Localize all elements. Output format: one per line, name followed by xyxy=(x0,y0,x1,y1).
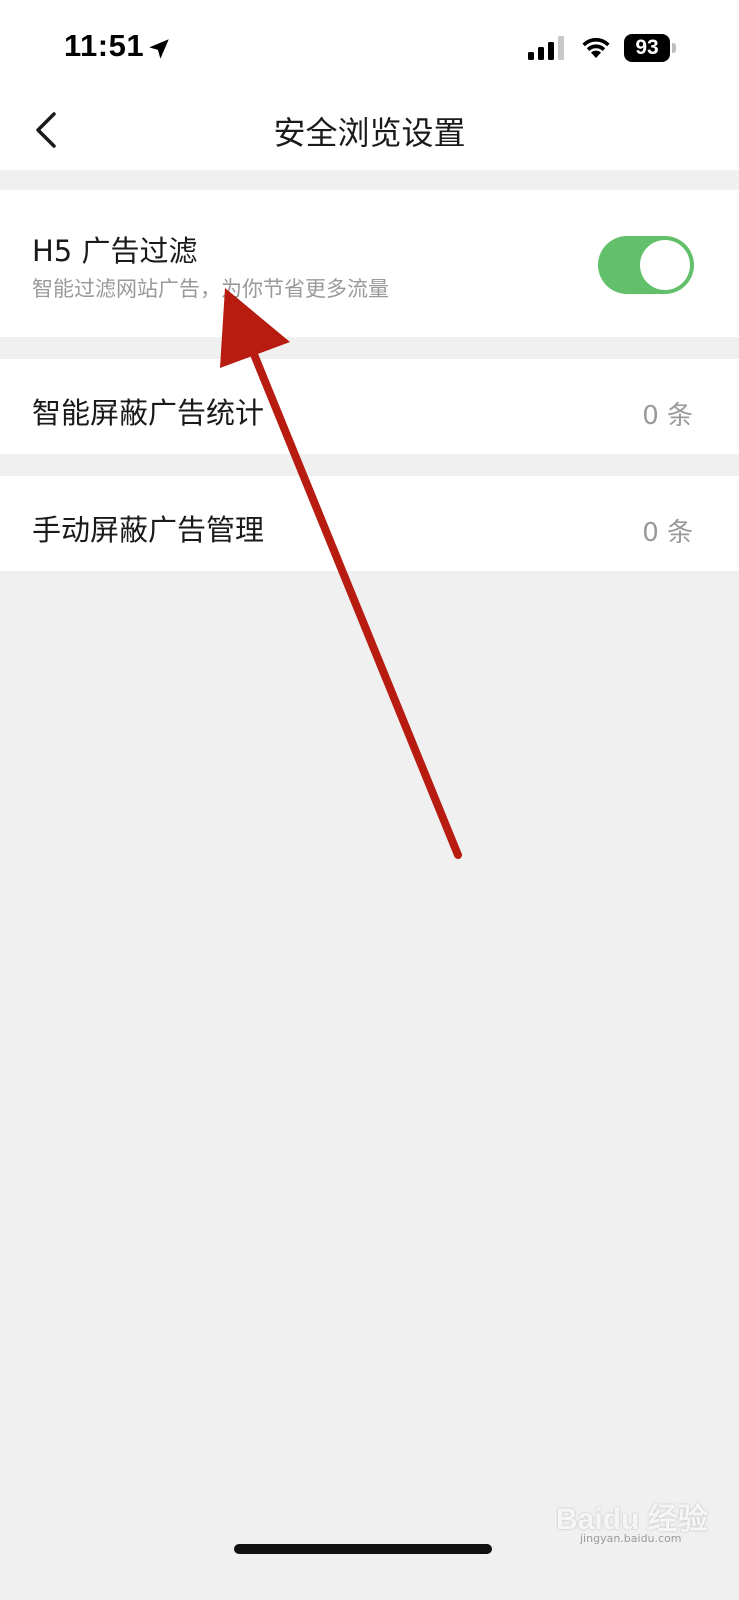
smart-block-stats-title: 智能屏蔽广告统计 xyxy=(32,396,265,430)
manual-block-manage-row[interactable]: 手动屏蔽广告管理 0 条 xyxy=(0,476,739,571)
manual-block-manage-count: 0 条 xyxy=(642,518,693,548)
location-arrow-icon xyxy=(149,39,169,59)
home-indicator xyxy=(234,1544,492,1554)
h5-ad-filter-subtitle: 智能过滤网站广告，为你节省更多流量 xyxy=(32,277,389,301)
smart-block-stats-count: 0 条 xyxy=(642,401,693,431)
header-area: 11:51 93 安全浏览设置 xyxy=(0,0,739,170)
smart-block-stats-row[interactable]: 智能屏蔽广告统计 0 条 xyxy=(0,359,739,454)
battery-icon: 93 xyxy=(624,34,670,62)
page-title: 安全浏览设置 xyxy=(273,114,466,152)
wifi-icon xyxy=(582,37,610,58)
battery-cap xyxy=(672,43,676,53)
status-time: 11:51 xyxy=(64,28,145,63)
h5-ad-filter-row: H5 广告过滤 智能过滤网站广告，为你节省更多流量 xyxy=(0,190,739,337)
toggle-knob xyxy=(640,240,690,290)
baidu-watermark-url: jingyan.baidu.com xyxy=(580,1532,682,1545)
cellular-signal-icon xyxy=(528,36,564,60)
h5-ad-filter-title: H5 广告过滤 xyxy=(32,234,198,268)
manual-block-manage-title: 手动屏蔽广告管理 xyxy=(32,513,265,547)
h5-ad-filter-toggle[interactable] xyxy=(598,236,694,294)
